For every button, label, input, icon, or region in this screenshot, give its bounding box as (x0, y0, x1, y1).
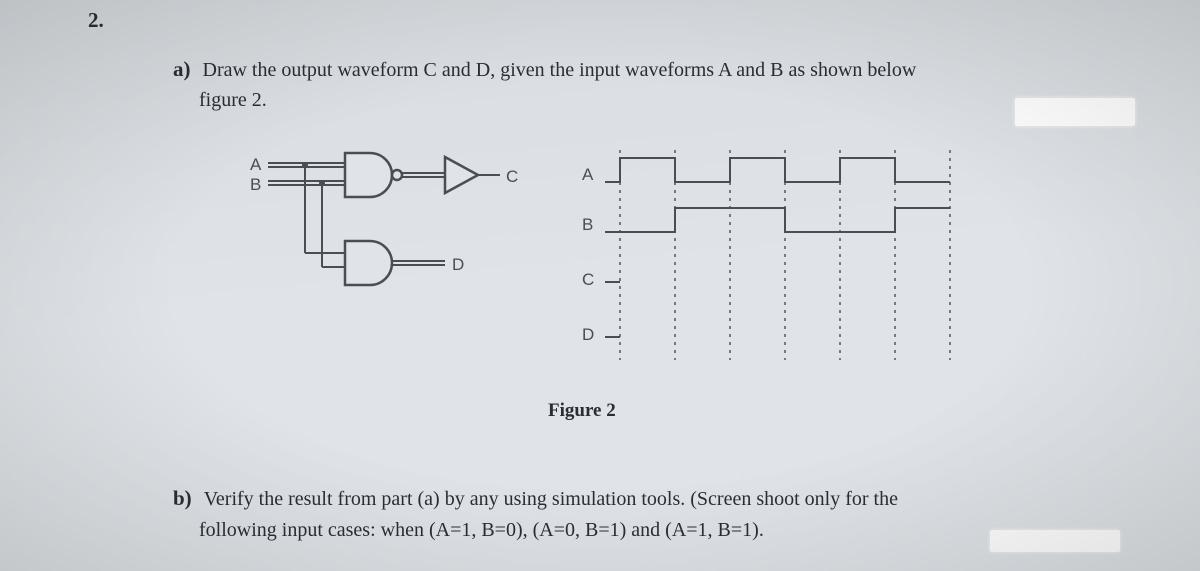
redaction-box (990, 530, 1120, 552)
part-a-block: a) Draw the output waveform C and D, giv… (173, 55, 1093, 112)
part-b-block: b) Verify the result from part (a) by an… (173, 484, 1113, 542)
circuit-diagram: A B C D (250, 145, 560, 315)
part-a-text-line1: Draw the output waveform C and D, given … (203, 59, 917, 81)
question-number: 2. (88, 8, 104, 33)
redaction-box (1015, 98, 1135, 126)
wave-c-label: C (582, 270, 594, 289)
input-a-label: A (250, 155, 262, 174)
timing-diagram: A B C D (580, 150, 1030, 380)
part-b-text-line2: following input cases: when (A=1, B=0), … (199, 519, 1113, 542)
figure-caption: Figure 2 (548, 400, 616, 422)
output-d-label: D (452, 255, 464, 274)
part-b-text-line1: Verify the result from part (a) by any u… (204, 488, 898, 510)
wave-a-label: A (582, 165, 594, 184)
wave-b-label: B (582, 215, 593, 234)
wave-d-label: D (582, 325, 594, 344)
part-a-label: a) (173, 57, 191, 82)
input-b-label: B (250, 175, 261, 194)
output-c-label: C (506, 167, 518, 186)
part-b-label: b) (173, 486, 192, 511)
part-a-text-line2: figure 2. (199, 89, 1093, 112)
